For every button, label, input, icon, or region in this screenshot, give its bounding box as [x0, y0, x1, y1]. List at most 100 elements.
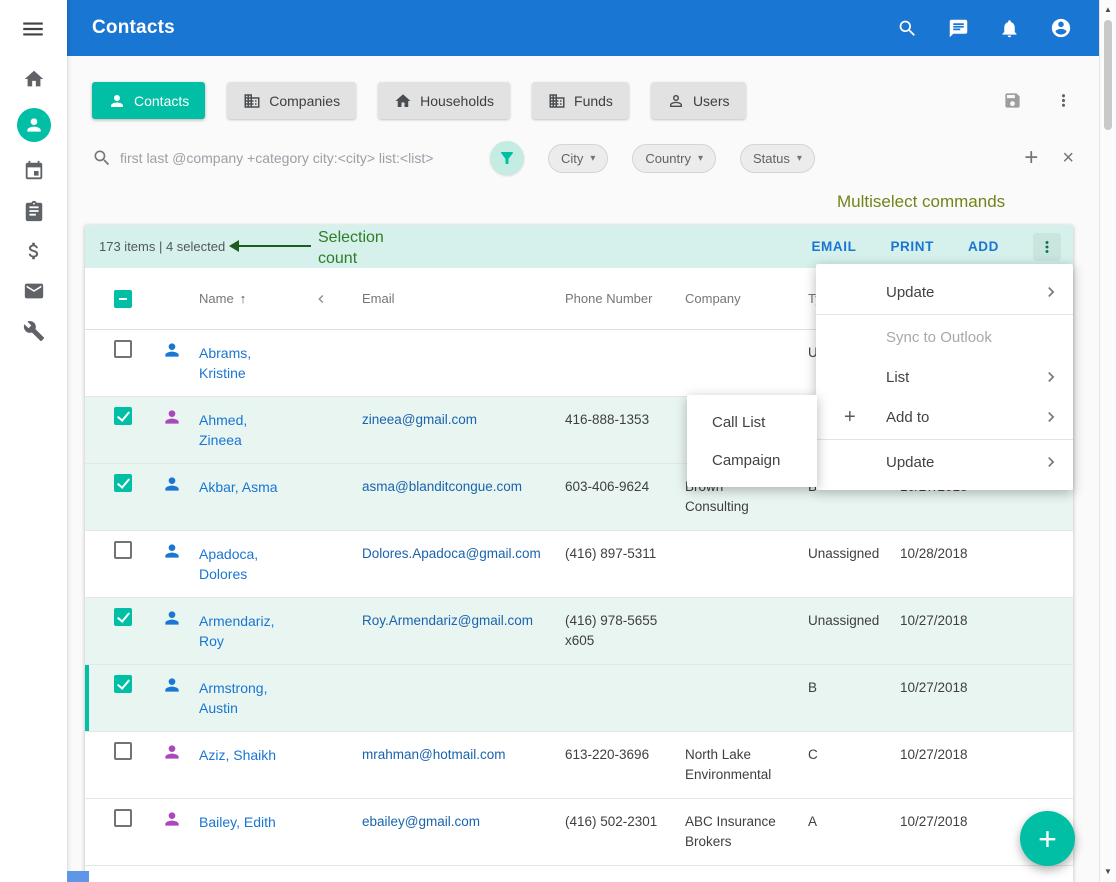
- contact-date: 10/27/2018: [888, 665, 998, 731]
- tab-companies[interactable]: Companies: [227, 82, 356, 119]
- menu-item-update[interactable]: Update: [816, 272, 1073, 312]
- search-icon[interactable]: [897, 18, 918, 39]
- account-icon[interactable]: [1050, 17, 1072, 39]
- tab-households[interactable]: Households: [378, 82, 510, 119]
- calendar-icon[interactable]: [23, 160, 45, 182]
- person-icon: [162, 608, 195, 628]
- search-field-icon: [92, 148, 112, 168]
- menu-divider: [816, 439, 1073, 440]
- print-button[interactable]: PRINT: [890, 239, 934, 254]
- contact-email-link[interactable]: asma@blanditcongue.com: [362, 479, 522, 494]
- chat-icon[interactable]: [948, 18, 969, 39]
- vertical-scrollbar-thumb[interactable]: [1104, 20, 1112, 130]
- search-input[interactable]: [120, 150, 470, 166]
- tools-icon[interactable]: [23, 320, 45, 342]
- scroll-up-icon[interactable]: ▲: [1100, 3, 1116, 17]
- city-filter-chip[interactable]: City ▾: [548, 144, 608, 173]
- contact-name-link[interactable]: Armendariz, Roy: [199, 611, 285, 651]
- row-checkbox[interactable]: [114, 474, 132, 492]
- horizontal-scrollbar-thumb[interactable]: [67, 871, 89, 882]
- contact-name-link[interactable]: Bailey, Edith: [199, 812, 276, 832]
- app-bar: Contacts: [67, 0, 1099, 56]
- contact-name-link[interactable]: Abrams, Kristine: [199, 343, 285, 383]
- column-header-company[interactable]: Company: [665, 268, 785, 329]
- collapse-columns-icon[interactable]: [313, 291, 329, 307]
- contact-name-link[interactable]: Apadoca, Dolores: [199, 544, 285, 584]
- contact-type: B: [785, 665, 888, 731]
- contact-email-link[interactable]: Dolores.Apadoca@gmail.com: [362, 546, 541, 561]
- row-checkbox[interactable]: [114, 608, 132, 626]
- table-row[interactable]: Apadoca, Dolores Dolores.Apadoca@gmail.c…: [85, 531, 1073, 598]
- column-header-name[interactable]: Name ↑: [195, 268, 313, 329]
- row-checkbox[interactable]: [114, 742, 132, 760]
- contact-name-link[interactable]: Aziz, Shaikh: [199, 745, 276, 765]
- submenu-item-call-list[interactable]: Call List: [687, 403, 817, 441]
- add-contact-fab[interactable]: +: [1020, 811, 1075, 866]
- entity-tabs: Contacts Companies Households Funds User…: [92, 82, 746, 119]
- row-checkbox[interactable]: [114, 675, 132, 693]
- contact-phone: 603-406-9624: [543, 464, 665, 530]
- chevron-right-icon: [1041, 407, 1061, 427]
- country-filter-chip[interactable]: Country ▾: [632, 144, 716, 173]
- clear-search-icon[interactable]: ×: [1062, 148, 1074, 168]
- tab-contacts[interactable]: Contacts: [92, 82, 205, 119]
- chevron-right-icon: [1041, 452, 1061, 472]
- contact-company: [665, 330, 785, 396]
- contact-email-link[interactable]: Roy.Armendariz@gmail.com: [362, 613, 533, 628]
- add-button[interactable]: ADD: [968, 239, 999, 254]
- table-row[interactable]: Aziz, Shaikh mrahman@hotmail.com 613-220…: [85, 732, 1073, 799]
- menu-item-add-to[interactable]: + Add to: [816, 397, 1073, 437]
- filter-button[interactable]: [490, 141, 524, 175]
- row-checkbox[interactable]: [114, 541, 132, 559]
- add-to-submenu: Call List Campaign: [687, 395, 817, 487]
- contact-name-link[interactable]: Akbar, Asma: [199, 477, 278, 497]
- contact-company: [665, 531, 785, 597]
- email-button[interactable]: EMAIL: [811, 239, 856, 254]
- row-checkbox[interactable]: [114, 407, 132, 425]
- menu-item-update-2[interactable]: Update: [816, 442, 1073, 482]
- tasks-icon[interactable]: [23, 200, 45, 222]
- selection-count: 173 items | 4 selected: [99, 239, 225, 254]
- appbar-actions: [897, 17, 1072, 39]
- submenu-item-campaign[interactable]: Campaign: [687, 441, 817, 479]
- column-header-email[interactable]: Email: [343, 268, 543, 329]
- view-more-options-icon[interactable]: [1054, 91, 1073, 110]
- tab-users[interactable]: Users: [651, 82, 746, 119]
- select-all-checkbox[interactable]: [114, 290, 132, 308]
- menu-item-list[interactable]: List: [816, 357, 1073, 397]
- multiselect-more-button[interactable]: [1033, 233, 1061, 261]
- status-filter-chip[interactable]: Status ▾: [740, 144, 815, 173]
- chevron-down-icon: ▾: [797, 153, 802, 164]
- contact-name-link[interactable]: Armstrong, Austin: [199, 678, 285, 718]
- contact-name-link[interactable]: Ahmed, Zineea: [199, 410, 285, 450]
- contacts-icon[interactable]: [17, 108, 51, 142]
- contact-email-link[interactable]: mrahman@hotmail.com: [362, 747, 506, 762]
- add-filter-icon[interactable]: +: [1024, 148, 1038, 168]
- chevron-right-icon: [1041, 367, 1061, 387]
- person-icon: [162, 340, 195, 360]
- contact-date: 10/27/2018: [888, 732, 998, 798]
- contact-phone: [543, 330, 665, 396]
- column-header-phone[interactable]: Phone Number: [543, 268, 665, 329]
- contact-email-link[interactable]: zineea@gmail.com: [362, 412, 477, 427]
- tab-funds[interactable]: Funds: [532, 82, 629, 119]
- contact-date: 10/28/2018: [888, 531, 998, 597]
- plus-icon: +: [1038, 823, 1057, 855]
- mail-icon[interactable]: [23, 280, 45, 302]
- table-row[interactable]: Armendariz, Roy Roy.Armendariz@gmail.com…: [85, 598, 1073, 665]
- row-checkbox[interactable]: [114, 809, 132, 827]
- table-row[interactable]: Bailey, Edith ebailey@gmail.com (416) 50…: [85, 799, 1073, 866]
- table-row[interactable]: Armstrong, Austin B 10/27/2018: [85, 665, 1073, 732]
- notifications-icon[interactable]: [999, 18, 1020, 39]
- save-view-icon[interactable]: [1003, 91, 1022, 110]
- scroll-down-icon[interactable]: ▼: [1100, 865, 1116, 879]
- tab-label: Users: [693, 93, 730, 109]
- tab-label: Contacts: [134, 93, 189, 109]
- vertical-scrollbar[interactable]: ▲ ▼: [1099, 0, 1116, 882]
- contact-email-link[interactable]: ebailey@gmail.com: [362, 814, 480, 829]
- money-icon[interactable]: [23, 240, 45, 262]
- row-checkbox[interactable]: [114, 340, 132, 358]
- home-icon[interactable]: [23, 68, 45, 90]
- hamburger-menu-icon[interactable]: [20, 16, 67, 42]
- sort-ascending-icon: ↑: [240, 289, 247, 309]
